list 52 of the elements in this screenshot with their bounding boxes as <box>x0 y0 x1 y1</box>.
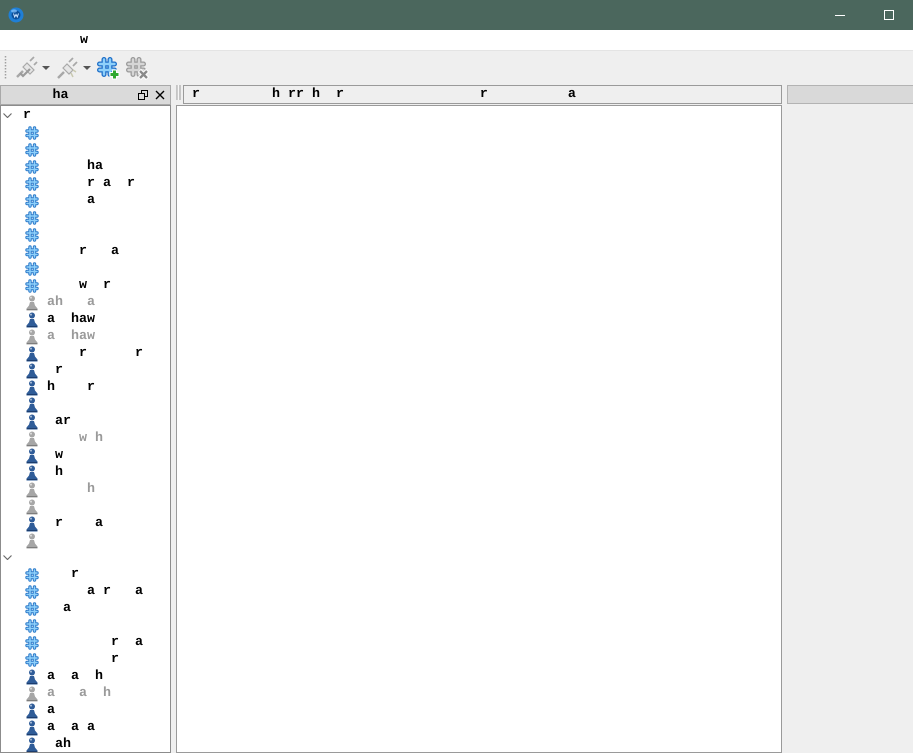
topic-field[interactable]: r h rr h r r a <box>183 85 782 104</box>
grip-icon[interactable] <box>176 85 182 100</box>
channel-name[interactable]: ha <box>47 159 103 174</box>
user-name[interactable]: a haw <box>47 312 95 327</box>
user-name[interactable]: a a a <box>47 720 95 735</box>
user-name[interactable]: r <box>47 363 63 378</box>
hash-icon <box>25 142 39 156</box>
grip-icon <box>4 54 7 80</box>
channel-name[interactable]: r a <box>47 244 119 259</box>
user-name[interactable]: ar <box>47 414 71 429</box>
group-name[interactable]: r <box>23 108 31 123</box>
hash-icon <box>25 176 39 190</box>
user-name[interactable]: ah <box>47 737 71 752</box>
hash-icon <box>25 636 39 650</box>
hash-icon <box>25 244 39 258</box>
channel-name[interactable]: a r a <box>47 584 143 599</box>
hash-icon <box>25 126 39 140</box>
hash-icon <box>25 602 39 616</box>
user-name[interactable]: a <box>47 703 55 718</box>
app-icon <box>8 7 24 23</box>
user-name[interactable]: w <box>47 448 63 463</box>
hash-icon <box>25 278 39 292</box>
minimize-icon[interactable] <box>835 14 845 16</box>
hash-icon <box>25 228 39 242</box>
chevron-icon[interactable] <box>3 113 12 118</box>
hash-plus-icon[interactable] <box>96 56 120 80</box>
user-name[interactable]: r a <box>47 516 103 531</box>
user-name[interactable]: h <box>47 465 63 480</box>
hash-icon <box>25 210 39 224</box>
hash-icon <box>25 568 39 582</box>
restore-icon[interactable] <box>138 90 148 100</box>
hash-icon <box>25 584 39 598</box>
maximize-icon[interactable] <box>884 10 894 20</box>
channel-name[interactable]: w r <box>47 278 111 293</box>
user-name[interactable]: a a h <box>47 669 103 684</box>
close-icon[interactable] <box>155 90 165 100</box>
hash-icon <box>25 618 39 632</box>
hash-icon <box>25 262 39 276</box>
hash-icon <box>25 652 39 666</box>
channel-name[interactable]: r <box>47 567 79 582</box>
channel-name[interactable]: r <box>47 652 119 667</box>
hash-icon <box>25 160 39 174</box>
channel-name[interactable]: r a r <box>47 176 135 191</box>
hash-icon <box>25 194 39 208</box>
panel-title: ha <box>52 88 70 102</box>
user-name[interactable]: h r <box>47 380 95 395</box>
chevron-icon[interactable] <box>3 555 12 560</box>
channel-name[interactable]: r a <box>47 635 143 650</box>
channel-name[interactable]: a <box>47 601 71 616</box>
user-name[interactable]: r r <box>47 346 143 361</box>
menu-item[interactable]: w <box>8 32 88 48</box>
channel-name[interactable]: a <box>47 193 95 208</box>
